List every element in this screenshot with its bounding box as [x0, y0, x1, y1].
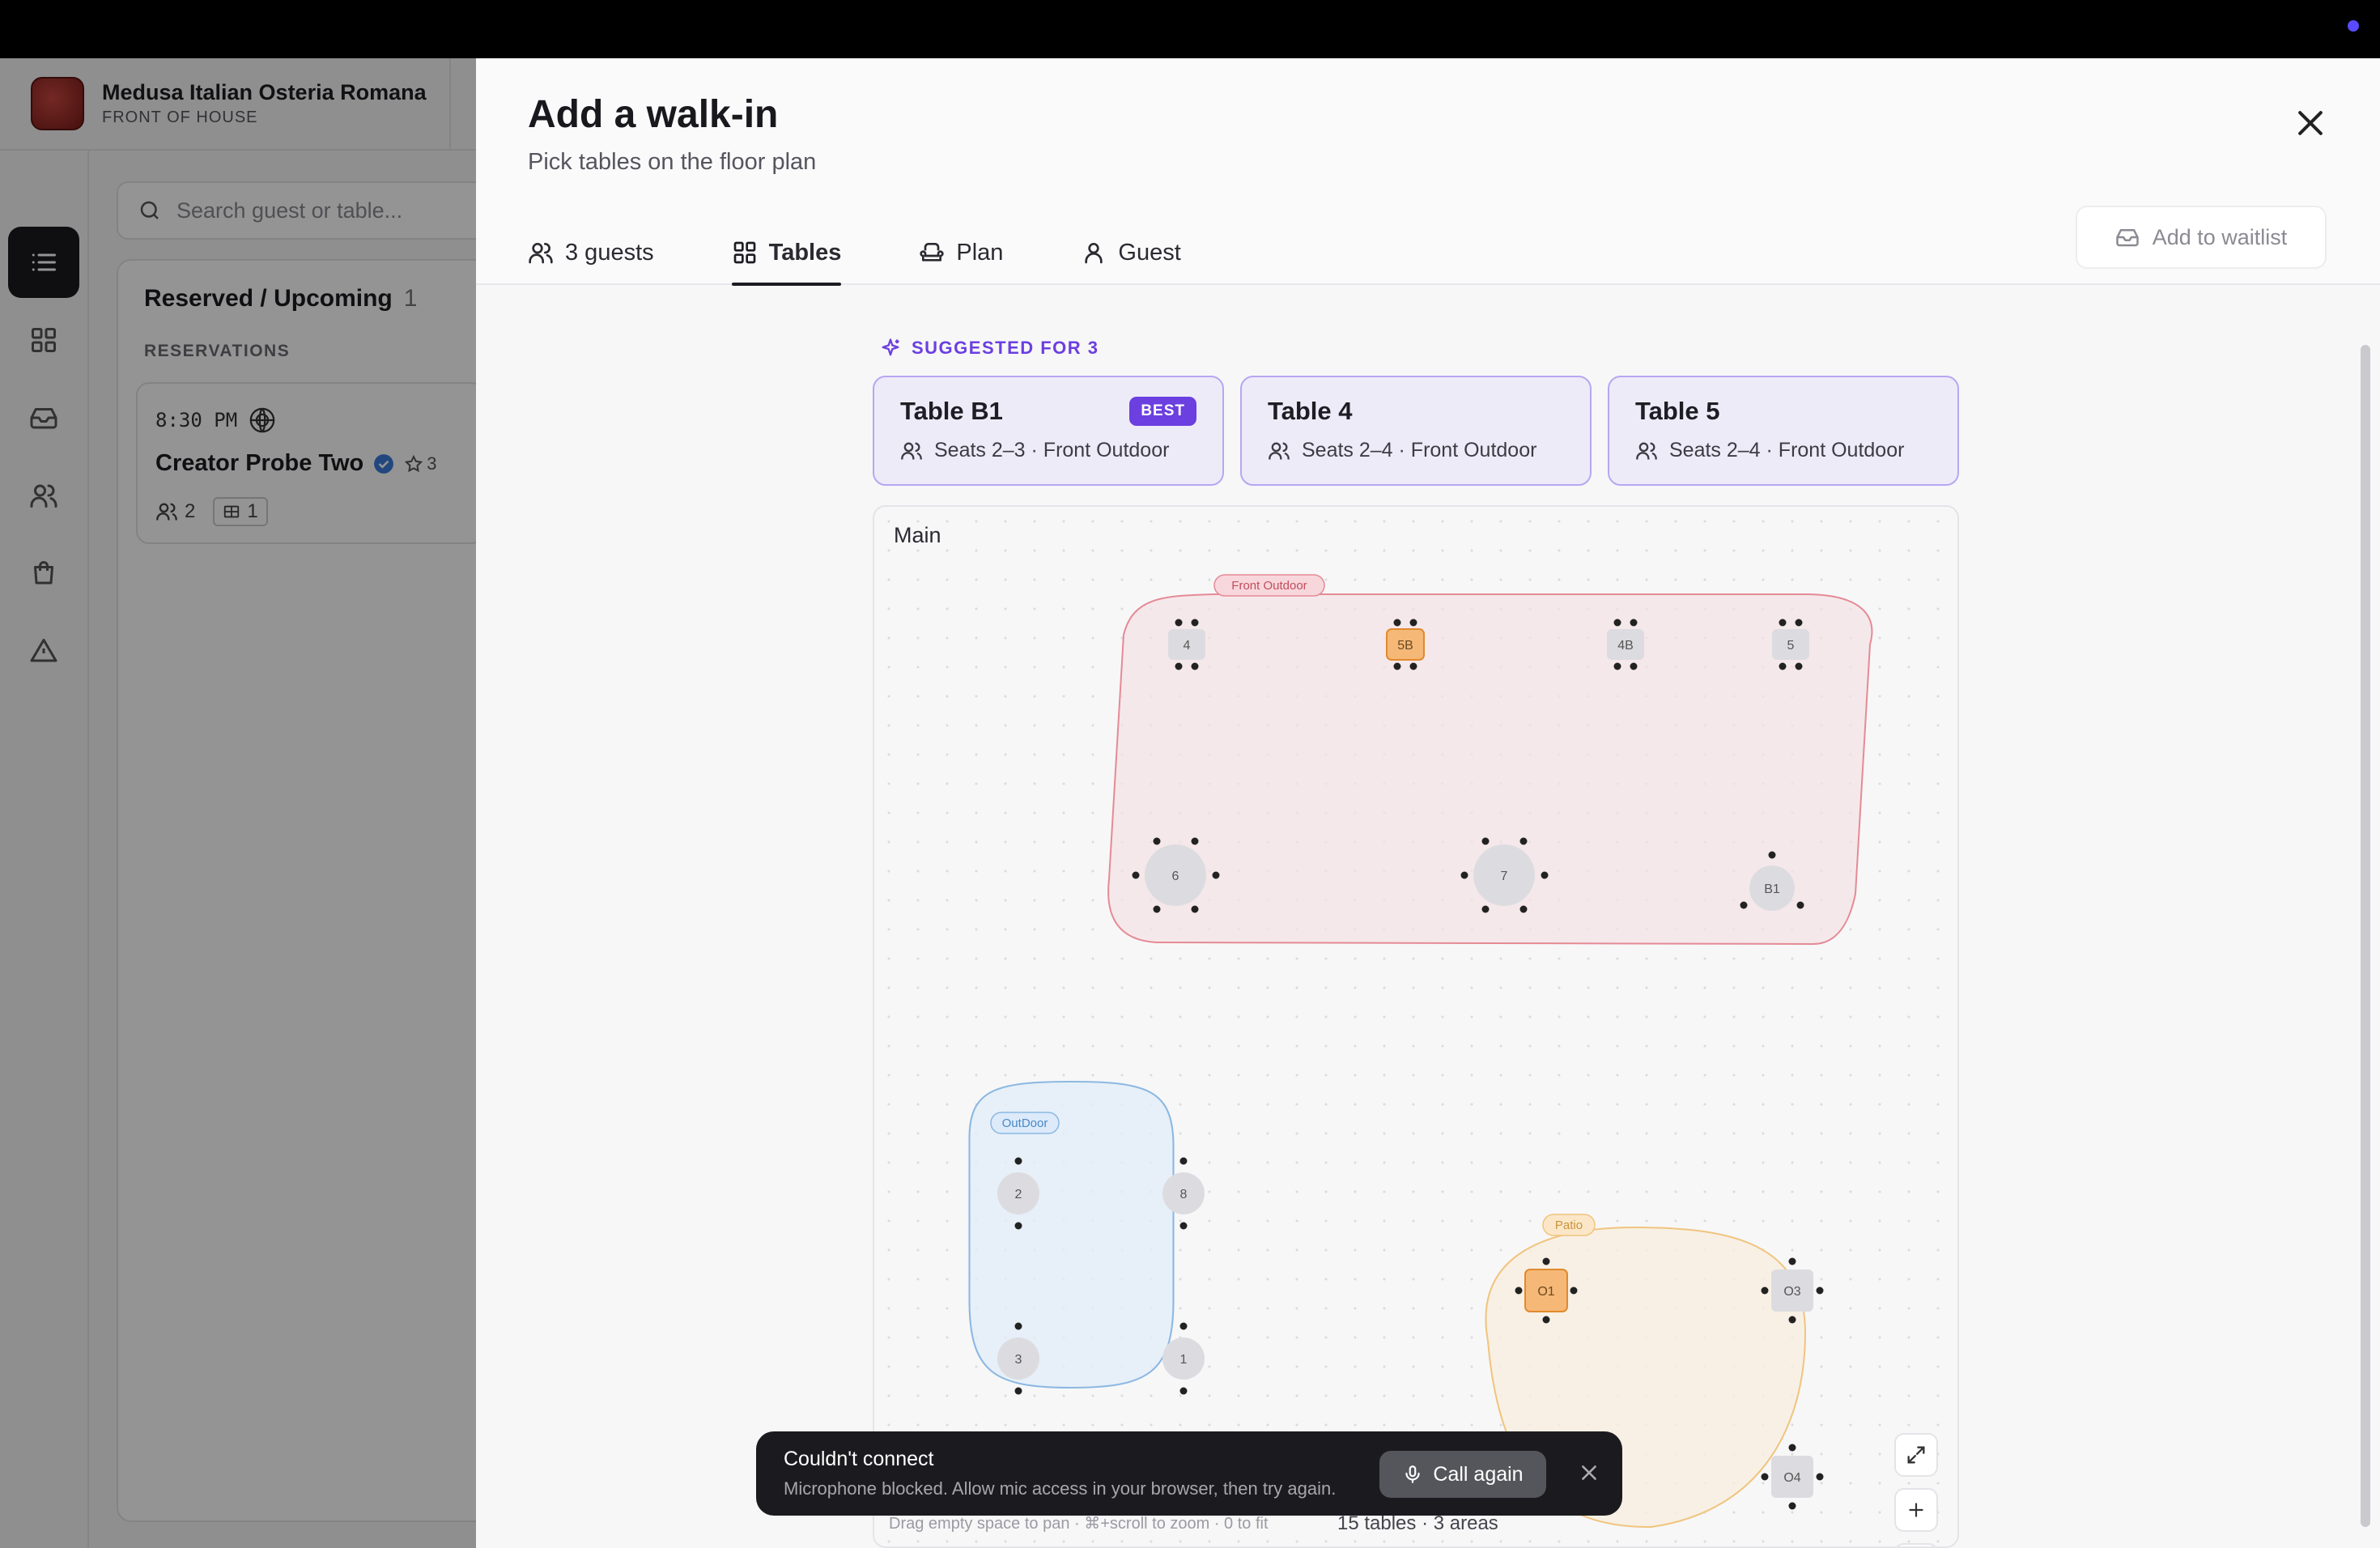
svg-text:4: 4: [1184, 639, 1191, 653]
dialog-subtitle: Pick tables on the floor plan: [528, 149, 817, 175]
users-icon: [901, 442, 922, 459]
svg-text:8: 8: [1180, 1188, 1188, 1201]
zoom-out-button[interactable]: [1894, 1543, 1938, 1546]
tab-plan[interactable]: Plan: [919, 220, 1003, 285]
microphone-icon: [1405, 1465, 1421, 1483]
add-to-waitlist-button[interactable]: Add to waitlist: [2076, 206, 2327, 269]
svg-text:O1: O1: [1537, 1285, 1554, 1299]
suggestion-card-5[interactable]: Table 5 Seats 2–4 · Front Outdoor: [1608, 376, 1959, 486]
svg-text:O3: O3: [1783, 1285, 1800, 1299]
svg-text:5B: 5B: [1397, 639, 1413, 653]
system-top-bar: [0, 0, 2380, 58]
scrollbar[interactable]: [2357, 288, 2374, 1535]
svg-text:7: 7: [1501, 870, 1508, 883]
grid-icon: [733, 241, 755, 264]
zoom-in-button[interactable]: [1894, 1488, 1938, 1532]
recording-indicator-dot: [2348, 20, 2359, 32]
toast-message: Microphone blocked. Allow mic access in …: [784, 1478, 1337, 1499]
call-again-button[interactable]: Call again: [1379, 1451, 1546, 1498]
suggestion-detail: Seats 2–3 · Front Outdoor: [900, 439, 1169, 462]
svg-text:3: 3: [1015, 1353, 1022, 1367]
suggestions-heading: SUGGESTED FOR 3: [879, 337, 1099, 359]
best-badge: BEST: [1129, 397, 1196, 426]
tab-tables[interactable]: Tables: [731, 220, 841, 286]
suggestion-table-name: Table B1: [900, 397, 1003, 425]
svg-text:B1: B1: [1764, 882, 1780, 896]
close-icon[interactable]: [1579, 1462, 1600, 1483]
fit-view-button[interactable]: [1894, 1433, 1938, 1477]
svg-text:1: 1: [1180, 1353, 1188, 1367]
scrollbar-thumb[interactable]: [2361, 345, 2370, 1527]
suggestion-detail: Seats 2–4 · Front Outdoor: [1268, 439, 1536, 462]
tab-guest[interactable]: Guest: [1081, 220, 1181, 285]
users-icon: [529, 243, 553, 264]
floor-plan[interactable]: Main Front Outdoor OutDoor Patio 4 5B 4B…: [873, 505, 1959, 1548]
dialog-title: Add a walk-in: [528, 93, 779, 136]
dialog-header: Add a walk-in Pick tables on the floor p…: [476, 58, 2380, 286]
toast-title: Couldn't connect: [784, 1448, 934, 1470]
plus-icon: [1909, 1503, 1923, 1517]
walk-in-dialog: Add a walk-in Pick tables on the floor p…: [476, 58, 2380, 1548]
modal-backdrop[interactable]: [0, 58, 478, 1548]
user-icon: [1085, 243, 1103, 264]
svg-text:2: 2: [1015, 1188, 1022, 1201]
close-icon[interactable]: [2293, 105, 2328, 141]
floor-plan-summary: 15 tables · 3 areas: [1337, 1512, 1498, 1534]
suggestion-detail: Seats 2–4 · Front Outdoor: [1635, 439, 1904, 462]
users-icon: [1269, 442, 1290, 459]
svg-text:4B: 4B: [1617, 639, 1634, 653]
floor-plan-canvas[interactable]: Front Outdoor OutDoor Patio 4 5B 4B 5 6 …: [874, 507, 1959, 1548]
suggestion-card-4[interactable]: Table 4 Seats 2–4 · Front Outdoor: [1240, 376, 1592, 486]
suggestion-table-name: Table 5: [1635, 397, 1720, 425]
users-icon: [1636, 442, 1657, 459]
suggestion-card-b1[interactable]: Table B1 BEST Seats 2–3 · Front Outdoor: [873, 376, 1224, 486]
area-label-front-outdoor: Front Outdoor: [1231, 579, 1307, 593]
tab-guests[interactable]: 3 guests: [528, 220, 654, 285]
suggestion-table-name: Table 4: [1268, 397, 1353, 425]
dialog-tabs: 3 guests Tables Plan Guest: [528, 220, 1259, 286]
sparkle-icon: [882, 338, 899, 356]
inbox-icon: [2115, 229, 2139, 247]
floor-plan-hint: Drag empty space to pan · ⌘+scroll to zo…: [889, 1515, 1269, 1533]
armchair-icon: [920, 243, 944, 262]
svg-text:O4: O4: [1783, 1471, 1800, 1485]
connection-error-toast: Couldn't connect Microphone blocked. All…: [756, 1431, 1622, 1516]
area-label-patio: Patio: [1555, 1218, 1583, 1232]
svg-text:6: 6: [1172, 870, 1179, 883]
svg-text:5: 5: [1787, 639, 1795, 653]
expand-icon: [1907, 1446, 1925, 1464]
area-label-outdoor: OutDoor: [1002, 1116, 1048, 1130]
